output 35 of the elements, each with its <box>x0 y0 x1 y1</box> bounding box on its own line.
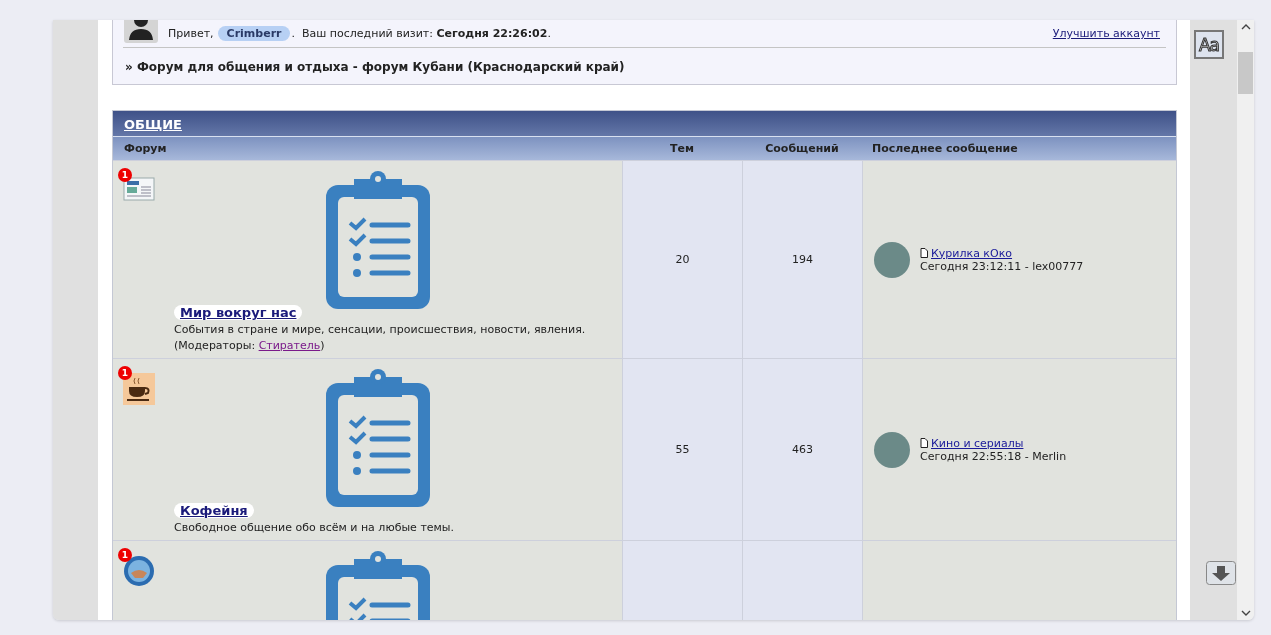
column-header: Последнее сообщение <box>871 142 1019 155</box>
forum-description: События в стране и мире, сенсации, происшествия, новости, явления. <box>174 323 586 336</box>
greeting-text: Привет, <box>168 27 214 40</box>
forum-title-link[interactable]: Кофейня <box>174 503 254 518</box>
column-header: Форум <box>123 142 168 155</box>
last-post-link[interactable]: Кино и сериалы <box>931 436 1024 450</box>
posts-count-cell: 463 <box>742 359 862 540</box>
posts-count-cell: 194 <box>742 161 862 358</box>
avatar-photo-placeholder <box>874 241 910 278</box>
unread-badge: 1 <box>118 366 132 380</box>
moderator-link[interactable]: Стиратель <box>258 339 321 352</box>
unread-badge: 1 <box>118 168 132 182</box>
scrollbar-thumb[interactable] <box>1238 52 1253 94</box>
breadcrumb: » Форум для общения и отдыха - форум Кубани (Краснодарский край) <box>124 59 626 76</box>
avatar-photo-placeholder <box>874 431 910 468</box>
column-header: Сообщений <box>764 142 840 155</box>
last-post-link[interactable]: Курилка кОко <box>931 246 1013 260</box>
upgrade-account-link[interactable]: Улучшить аккаунт <box>1052 27 1160 40</box>
scroll-down-icon[interactable] <box>1240 610 1251 616</box>
unread-badge: 1 <box>118 548 132 562</box>
column-header: Тем <box>669 142 695 155</box>
forum-description: Свободное общение обо всём и на любые темы. <box>174 521 455 534</box>
last-visit-text: . Ваш последний визит: Сегодня 22:26:02. <box>291 27 551 40</box>
scroll-up-icon[interactable] <box>1240 24 1251 30</box>
category-title[interactable]: ОБЩИЕ <box>113 111 1176 137</box>
last-post-info: Сегодня 22:55:18 - Merlin <box>920 449 1067 463</box>
document-icon <box>920 438 929 448</box>
moderators-text: (Модераторы: Стиратель) <box>174 339 325 352</box>
scrollbar[interactable] <box>1237 20 1254 620</box>
username-link[interactable]: Crimberr <box>217 26 291 41</box>
forum-title-link[interactable]: Мир вокруг нас <box>174 305 303 320</box>
topics-count-cell: 20 <box>622 161 742 358</box>
last-post-info: Сегодня 23:12:11 - lex00777 <box>920 259 1084 273</box>
topics-count-cell: 55 <box>622 359 742 540</box>
document-icon <box>920 248 929 258</box>
